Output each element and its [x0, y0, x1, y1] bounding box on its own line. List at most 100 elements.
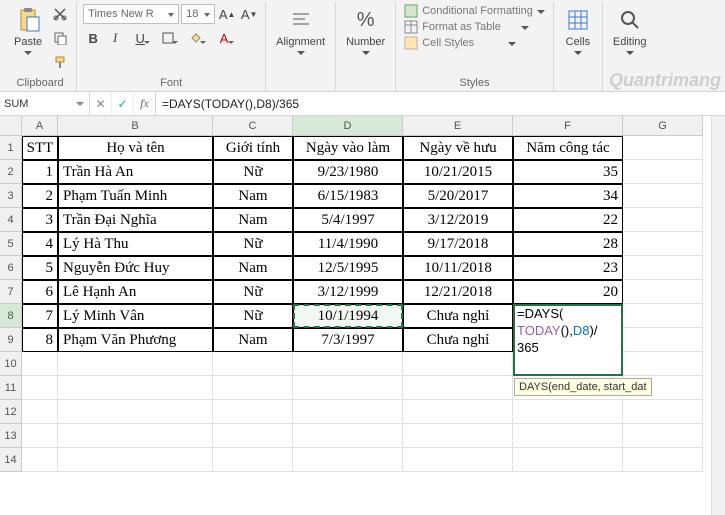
cell[interactable]: 3/12/1999	[293, 280, 403, 304]
editing-formula-cell[interactable]: =DAYS(TODAY(),D8)/365	[513, 304, 623, 376]
cell[interactable]	[293, 424, 403, 448]
cell[interactable]: 22	[513, 208, 623, 232]
cell[interactable]	[623, 184, 703, 208]
cell[interactable]	[623, 280, 703, 304]
cell[interactable]: 5/20/2017	[403, 184, 513, 208]
row-header-5[interactable]: 5	[0, 232, 22, 256]
cell[interactable]	[403, 376, 513, 400]
row-header-13[interactable]: 13	[0, 424, 22, 448]
cell[interactable]	[513, 424, 623, 448]
cell[interactable]	[22, 448, 58, 472]
cell[interactable]: 7/3/1997	[293, 328, 403, 352]
cell[interactable]	[513, 448, 623, 472]
cell[interactable]: Chưa nghỉ	[403, 304, 513, 328]
conditional-formatting-button[interactable]: Conditional Formatting	[402, 4, 547, 18]
cell[interactable]: Nam	[213, 184, 293, 208]
cell[interactable]: 9/17/2018	[403, 232, 513, 256]
cell[interactable]: STT	[22, 136, 58, 160]
cell[interactable]	[403, 400, 513, 424]
row-header-8[interactable]: 8	[0, 304, 22, 328]
paste-button[interactable]: Paste	[10, 4, 46, 57]
row-header-3[interactable]: 3	[0, 184, 22, 208]
name-box[interactable]: SUM	[0, 92, 90, 115]
cell[interactable]: 12/5/1995	[293, 256, 403, 280]
cell[interactable]	[58, 448, 213, 472]
editing-button[interactable]: Editing	[609, 4, 651, 57]
cell[interactable]	[213, 424, 293, 448]
cell[interactable]: 6	[22, 280, 58, 304]
cell[interactable]: 10/11/2018	[403, 256, 513, 280]
cell[interactable]	[623, 232, 703, 256]
row-header-14[interactable]: 14	[0, 448, 22, 472]
row-header-11[interactable]: 11	[0, 376, 22, 400]
cell[interactable]	[403, 352, 513, 376]
cell[interactable]: Nữ	[213, 280, 293, 304]
font-color-button[interactable]: A	[211, 28, 237, 48]
cell[interactable]: Nữ	[213, 160, 293, 184]
cell[interactable]: 10/1/1994	[293, 304, 403, 328]
cell[interactable]: Phạm Tuấn Minh	[58, 184, 213, 208]
cell[interactable]	[58, 352, 213, 376]
fill-color-button[interactable]	[183, 28, 209, 48]
cell[interactable]	[623, 448, 703, 472]
font-name-combo[interactable]: Times New R	[83, 4, 179, 24]
col-header-E[interactable]: E	[403, 116, 513, 136]
cell[interactable]	[213, 448, 293, 472]
col-header-F[interactable]: F	[513, 116, 623, 136]
cell[interactable]: 28	[513, 232, 623, 256]
row-header-1[interactable]: 1	[0, 136, 22, 160]
cell[interactable]	[403, 448, 513, 472]
row-header-10[interactable]: 10	[0, 352, 22, 376]
cell[interactable]: Nam	[213, 208, 293, 232]
cell[interactable]	[623, 424, 703, 448]
alignment-button[interactable]: Alignment	[272, 4, 329, 57]
cell[interactable]: 7	[22, 304, 58, 328]
cell[interactable]	[623, 136, 703, 160]
cell[interactable]: Chưa nghỉ	[403, 328, 513, 352]
number-button[interactable]: % Number	[342, 4, 389, 57]
row-header-6[interactable]: 6	[0, 256, 22, 280]
cell[interactable]	[293, 352, 403, 376]
cell[interactable]	[513, 400, 623, 424]
col-header-B[interactable]: B	[58, 116, 213, 136]
cell[interactable]: 2	[22, 184, 58, 208]
cell[interactable]: Lê Hạnh An	[58, 280, 213, 304]
grow-font-button[interactable]: A▲	[217, 4, 237, 24]
formula-input[interactable]: =DAYS(TODAY(),D8)/365	[156, 97, 725, 111]
cell[interactable]	[623, 400, 703, 424]
cut-button[interactable]	[50, 4, 70, 24]
cell[interactable]: 10/21/2015	[403, 160, 513, 184]
cell[interactable]	[58, 376, 213, 400]
col-header-C[interactable]: C	[213, 116, 293, 136]
underline-button[interactable]: U	[127, 28, 153, 48]
col-header-D[interactable]: D	[293, 116, 403, 136]
shrink-font-button[interactable]: A▼	[239, 4, 259, 24]
col-header-G[interactable]: G	[623, 116, 703, 136]
enter-button[interactable]: ✓	[112, 92, 134, 115]
cell[interactable]: 9/23/1980	[293, 160, 403, 184]
cell[interactable]	[213, 352, 293, 376]
cell[interactable]: 1	[22, 160, 58, 184]
cell[interactable]: 8	[22, 328, 58, 352]
cell[interactable]: Nữ	[213, 232, 293, 256]
format-painter-button[interactable]	[50, 52, 70, 72]
cell[interactable]	[293, 448, 403, 472]
format-as-table-button[interactable]: Format as Table	[402, 20, 547, 34]
cell[interactable]: 34	[513, 184, 623, 208]
cell[interactable]: Nguyễn Đức Huy	[58, 256, 213, 280]
cell[interactable]: 20	[513, 280, 623, 304]
cell[interactable]: Trần Đại Nghĩa	[58, 208, 213, 232]
row-header-2[interactable]: 2	[0, 160, 22, 184]
cell[interactable]: 12/21/2018	[403, 280, 513, 304]
cell[interactable]	[22, 376, 58, 400]
cell[interactable]: 23	[513, 256, 623, 280]
cell[interactable]: Ngày vào làm	[293, 136, 403, 160]
cell-styles-button[interactable]: Cell Styles	[402, 36, 547, 50]
cells-button[interactable]: Cells	[560, 4, 596, 57]
cell[interactable]	[22, 352, 58, 376]
italic-button[interactable]: I	[105, 28, 125, 48]
cell[interactable]: Giới tính	[213, 136, 293, 160]
cell[interactable]	[623, 304, 703, 328]
cell[interactable]	[623, 208, 703, 232]
cell[interactable]: Nam	[213, 328, 293, 352]
